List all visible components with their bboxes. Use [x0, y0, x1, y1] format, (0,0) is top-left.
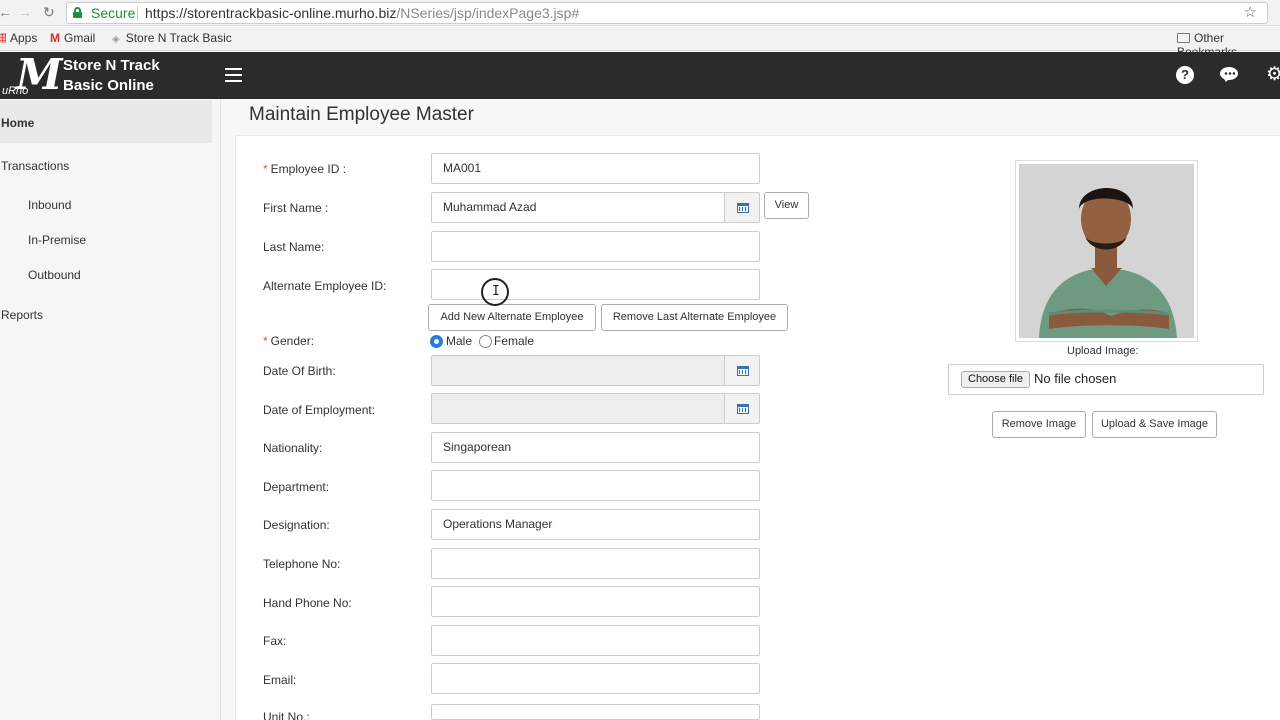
no-file-text: No file chosen [1034, 371, 1117, 386]
required-star: * [263, 162, 268, 176]
bookmark-store-n-track[interactable]: ◈ Store N Track Basic [112, 31, 232, 45]
calendar-icon [737, 203, 749, 213]
date-of-employment-field[interactable] [431, 393, 725, 424]
employee-photo [1015, 160, 1198, 342]
date-of-birth-field[interactable] [431, 355, 725, 386]
reload-icon[interactable]: ↻ [43, 4, 55, 21]
designation-field[interactable]: Operations Manager [431, 509, 760, 540]
last-name-label: Last Name: [263, 240, 325, 254]
logo-text: uRho [2, 85, 29, 97]
gear-icon[interactable]: ⚙ [1266, 65, 1280, 84]
apps-grid-icon [0, 33, 6, 43]
lock-icon [73, 7, 82, 18]
email-field[interactable] [431, 663, 760, 694]
hand-phone-field[interactable] [431, 586, 760, 617]
calendar-icon [737, 366, 749, 376]
bookmark-gmail-label: Gmail [64, 31, 96, 45]
view-button[interactable]: View [764, 192, 809, 219]
hamburger-menu-icon[interactable] [225, 68, 242, 82]
bookmark-apps[interactable]: Apps [0, 31, 37, 45]
add-alternate-employee-button[interactable]: Add New Alternate Employee [428, 304, 596, 331]
gender-female-label[interactable]: Female [494, 334, 534, 348]
employee-id-field[interactable]: MA001 [431, 153, 760, 184]
alternate-employee-id-field[interactable] [431, 269, 760, 300]
nationality-label: Nationality: [263, 441, 323, 455]
sidebar: Home Transactions Inbound In-Premise Out… [0, 99, 221, 720]
telephone-label: Telephone No: [263, 557, 341, 571]
calendar-icon [737, 404, 749, 414]
chat-icon[interactable] [1220, 66, 1238, 84]
back-arrow-icon[interactable]: ← [0, 4, 12, 20]
department-label: Department: [263, 480, 330, 494]
unit-no-label: Unit No.: [263, 710, 310, 720]
sidebar-item-reports[interactable]: Reports [1, 308, 43, 322]
sidebar-item-in-premise[interactable]: In-Premise [28, 233, 86, 247]
alternate-employee-id-label: Alternate Employee ID: [263, 279, 387, 293]
gender-female-radio[interactable] [479, 335, 492, 348]
fax-field[interactable] [431, 625, 760, 656]
url-host: https://storentrackbasic-online.murho.bi… [145, 5, 397, 21]
gender-male-radio[interactable] [430, 335, 443, 348]
hand-phone-label: Hand Phone No: [263, 596, 352, 610]
browser-toolbar: ← → ↻ Secure https://storentrackbasic-on… [0, 0, 1280, 26]
gender-label-text: Gender: [270, 334, 315, 348]
url-text[interactable]: https://storentrackbasic-online.murho.bi… [145, 3, 579, 23]
secure-label: Secure [91, 5, 136, 21]
date-of-birth-picker-button[interactable] [724, 355, 760, 386]
text-cursor-icon: I [492, 284, 500, 299]
required-star: * [263, 334, 268, 348]
first-name-picker-button[interactable] [724, 192, 760, 223]
url-path: /NSeries/jsp/indexPage3.jsp# [396, 5, 580, 21]
last-name-field[interactable] [431, 231, 760, 262]
bookmark-apps-label: Apps [10, 31, 38, 45]
employee-id-label: * Employee ID : [263, 162, 346, 176]
date-of-birth-label: Date Of Birth: [263, 364, 336, 378]
bookmark-gmail[interactable]: M Gmail [50, 31, 95, 45]
sidebar-item-transactions[interactable]: Transactions [1, 159, 69, 173]
telephone-field[interactable] [431, 548, 760, 579]
remove-image-button[interactable]: Remove Image [992, 411, 1086, 438]
fax-label: Fax: [263, 634, 287, 648]
app-header: M uRho Store N Track Basic Online ? ⚙ [0, 50, 1280, 99]
forward-arrow-icon[interactable]: → [18, 4, 32, 20]
sidebar-item-inbound[interactable]: Inbound [28, 198, 71, 212]
nationality-field[interactable]: Singaporean [431, 432, 760, 463]
employee-id-label-text: Employee ID : [270, 162, 347, 176]
folder-icon [1177, 33, 1190, 43]
date-of-employment-label: Date of Employment: [263, 403, 376, 417]
star-icon[interactable]: ☆ [1244, 3, 1257, 23]
address-bar[interactable]: Secure https://storentrackbasic-online.m… [66, 2, 1268, 24]
gender-label: * Gender: [263, 334, 314, 348]
choose-file-button[interactable]: Choose file [961, 371, 1031, 388]
first-name-label: First Name : [263, 201, 329, 215]
page-title: Maintain Employee Master [249, 104, 474, 125]
gmail-icon: M [50, 31, 60, 45]
department-field[interactable] [431, 470, 760, 501]
sidebar-item-home[interactable]: Home [0, 100, 212, 143]
designation-label: Designation: [263, 518, 330, 532]
upload-save-image-button[interactable]: Upload & Save Image [1092, 411, 1217, 438]
employee-photo-image [1019, 164, 1194, 338]
file-input[interactable]: Choose file No file chosen [948, 364, 1264, 395]
app-brand: Store N Track Basic Online [63, 57, 160, 94]
remove-alternate-employee-button[interactable]: Remove Last Alternate Employee [601, 304, 788, 331]
murho-logo[interactable]: M uRho [2, 50, 63, 99]
email-label: Email: [263, 673, 297, 687]
date-of-employment-picker-button[interactable] [724, 393, 760, 424]
help-icon[interactable]: ? [1176, 66, 1194, 84]
site-icon: ◈ [112, 34, 120, 45]
upload-image-label: Upload Image: [1067, 345, 1139, 357]
bookmark-site-label: Store N Track Basic [125, 31, 232, 45]
gender-male-label[interactable]: Male [446, 334, 472, 348]
unit-no-field[interactable] [431, 704, 760, 720]
bookmarks-bar: Apps MGmail ◈Store N Track Basic Other B… [0, 27, 1280, 59]
first-name-field[interactable]: Muhammad Azad [431, 192, 725, 223]
sidebar-item-outbound[interactable]: Outbound [28, 268, 81, 282]
url-divider [137, 6, 138, 21]
